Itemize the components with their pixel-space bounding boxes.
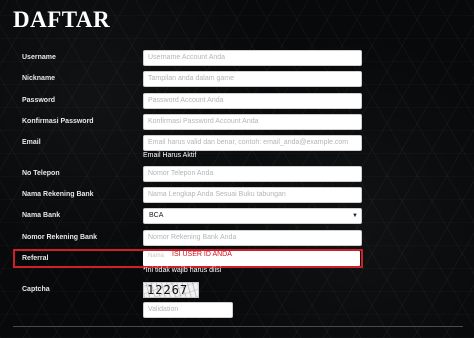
bank-select-value: BCA bbox=[149, 212, 164, 219]
email-label: Email bbox=[22, 139, 41, 146]
referral-placeholder: Nama bbox=[148, 253, 165, 259]
bank-select[interactable]: BCA ▼ bbox=[143, 208, 362, 224]
bank-label: Nama Bank bbox=[22, 212, 61, 219]
nickname-label: Nickname bbox=[22, 75, 56, 82]
validation-input[interactable]: Validation bbox=[143, 302, 233, 318]
account-number-label: Nomor Rekening Bank bbox=[22, 234, 98, 241]
account-name-label: Nama Rekening Bank bbox=[22, 191, 94, 198]
divider bbox=[13, 326, 463, 327]
confirm-password-label: Konfirmasi Password bbox=[22, 118, 94, 125]
page-title: DAFTAR bbox=[13, 7, 111, 32]
account-number-input[interactable]: Nomor Rekening Bank Anda bbox=[143, 230, 362, 246]
email-input[interactable]: Email harus valid dan benar, contoh: ema… bbox=[143, 135, 362, 151]
username-label: Username bbox=[22, 54, 56, 61]
referral-hint: ISI USER ID ANDA bbox=[172, 251, 232, 258]
referral-note: *Ini tidak wajib harus diisi bbox=[143, 267, 222, 274]
nickname-input[interactable]: Tampilan anda dalam game bbox=[143, 71, 362, 87]
confirm-password-input[interactable]: Konfirmasi Password Account Anda bbox=[143, 114, 362, 130]
phone-input[interactable]: Nomor Telepon Anda bbox=[143, 166, 362, 182]
chevron-down-icon: ▼ bbox=[352, 213, 358, 219]
captcha-label: Captcha bbox=[22, 286, 50, 293]
account-name-input[interactable]: Nama Lengkap Anda Sesuai Buku tabungan bbox=[143, 187, 362, 203]
captcha-noise bbox=[144, 283, 198, 297]
password-input[interactable]: Password Account Anda bbox=[143, 93, 362, 109]
username-input[interactable]: Username Account Anda bbox=[143, 50, 362, 66]
phone-label: No Telepon bbox=[22, 170, 60, 177]
captcha-image: 12267 bbox=[143, 282, 199, 298]
referral-label: Referral bbox=[22, 255, 49, 262]
password-label: Password bbox=[22, 97, 56, 104]
email-note: Email Harus Aktif bbox=[143, 152, 197, 159]
